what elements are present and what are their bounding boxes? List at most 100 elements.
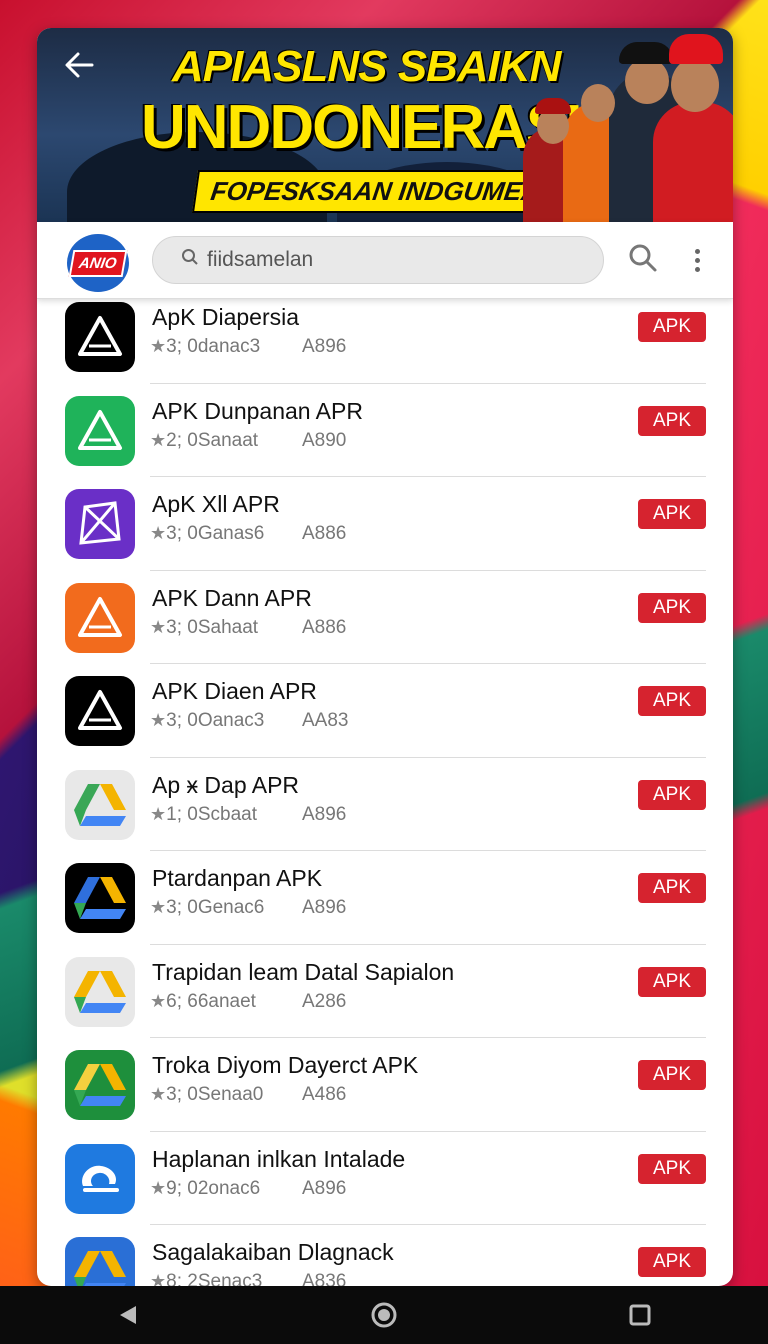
list-item[interactable]: ApK Diapersia ★3; 0danac3 A896 APK [37, 290, 733, 384]
banner-title-line1: APIASLNS SBAIKN [172, 42, 561, 91]
app-rating: 2; 0Sanaat [166, 429, 259, 451]
star-icon: ★ [150, 990, 167, 1011]
apk-download-button[interactable]: APK [638, 1247, 706, 1277]
blue-cloud-icon [65, 1143, 135, 1214]
app-size: A896 [302, 336, 347, 357]
apk-download-button[interactable]: APK [638, 405, 706, 436]
app-name: ApK Diapersia [152, 304, 300, 330]
promo-banner: APIASLNS SBAIKN UNDDONERASIA FOPESKSAAN … [37, 28, 733, 222]
app-name: Haplanan inlkan Intalade [152, 1145, 406, 1172]
nav-home-icon[interactable] [354, 1293, 414, 1337]
back-arrow-icon[interactable] [59, 48, 99, 88]
nav-back-icon[interactable] [98, 1293, 158, 1337]
app-rating: 9; 02onac6 [166, 1177, 261, 1199]
list-item[interactable]: APK Dann APR ★3; 0Sahaat A886 APK [37, 571, 733, 665]
orange-triangle-icon [65, 582, 135, 653]
apk-download-button[interactable]: APK [638, 873, 706, 903]
app-size: A896 [302, 897, 347, 918]
app-name: Ptardanpan APK [152, 865, 323, 891]
app-rating: 3; 0Sahaat [166, 616, 259, 638]
apk-download-button[interactable]: APK [638, 1060, 706, 1090]
app-rating: 6; 66anaet [166, 990, 256, 1012]
app-size: A896 [302, 803, 347, 825]
blue-drive-icon [65, 1237, 135, 1286]
app-name: APK Dunpanan APR [152, 397, 363, 424]
drive-triangle-icon [65, 863, 135, 933]
list-item[interactable]: Troka Diyom Dayerct APK ★3; 0Senaa0 A486… [37, 1038, 733, 1132]
app-meta: ★1; 0Scbaat A896 [150, 803, 346, 826]
app-list: ApK Diapersia ★3; 0danac3 A896 APK APK D… [37, 290, 733, 1286]
app-size: A886 [302, 523, 347, 544]
apk-download-button[interactable]: APK [638, 499, 706, 529]
app-meta: ★6; 66anaet A286 [150, 990, 346, 1013]
apk-download-button[interactable]: APK [638, 312, 706, 342]
drive-triangle-icon [65, 769, 135, 840]
system-nav-bar [0, 1286, 768, 1344]
app-size: A886 [302, 616, 347, 638]
apk-download-button[interactable]: APK [638, 1153, 706, 1184]
app-size: A890 [302, 429, 347, 451]
app-name: ApK Xll APR [152, 491, 280, 517]
app-rating: 3; 0Senaa0 [166, 1084, 264, 1105]
apk-download-button[interactable]: APK [638, 779, 706, 810]
apk-download-button[interactable]: APK [638, 592, 706, 623]
search-input[interactable] [205, 247, 589, 273]
list-item[interactable]: Trapidan leam Datal Sapialon ★6; 66anaet… [37, 945, 733, 1039]
app-name: APK Dann APR [152, 584, 312, 611]
app-size: AA83 [302, 710, 349, 731]
app-meta: ★3; 0Senaa0 A486 [150, 1084, 346, 1106]
star-icon: ★ [150, 616, 167, 637]
app-meta: ★9; 02onac6 A896 [150, 1177, 346, 1200]
apk-download-button[interactable]: APK [638, 966, 706, 997]
app-size: A836 [302, 1271, 347, 1286]
app-name: Ap ӿ Dap APR [152, 771, 300, 798]
search-button-icon[interactable] [627, 242, 663, 278]
app-rating: 3; 0Ganas6 [166, 523, 265, 544]
app-rating: 8; 2Senac3 [166, 1271, 263, 1286]
app-name: Trapidan leam Datal Sapialon [152, 958, 455, 985]
list-item[interactable]: Ptardanpan APK ★3; 0Genac6 A896 APK [37, 851, 733, 945]
app-window: APIASLNS SBAIKN UNDDONERASIA FOPESKSAAN … [37, 28, 733, 1286]
app-meta: ★8; 2Senac3 A836 [150, 1271, 346, 1286]
app-rating: 1; 0Scbaat [166, 803, 257, 825]
app-meta: ★3; 0Genac6 A896 [150, 897, 346, 919]
search-box[interactable] [152, 236, 604, 284]
star-icon: ★ [150, 1177, 167, 1198]
black-triangle-icon [65, 676, 135, 746]
nav-recents-icon[interactable] [610, 1293, 670, 1337]
star-icon: ★ [150, 429, 167, 450]
more-options-icon[interactable] [683, 242, 711, 278]
star-icon: ★ [150, 1271, 167, 1286]
star-icon: ★ [150, 1084, 167, 1104]
app-meta: ★2; 0Sanaat A890 [150, 429, 346, 452]
star-icon: ★ [150, 523, 167, 543]
app-meta: ★3; 0Sahaat A886 [150, 616, 346, 639]
search-icon [181, 248, 199, 272]
star-icon: ★ [150, 336, 167, 356]
app-size: A896 [302, 1177, 347, 1199]
list-item[interactable]: Sagalakaiban Dlagnack ★8; 2Senac3 A836 A… [37, 1225, 733, 1286]
app-logo[interactable]: ANIO [67, 234, 129, 292]
list-item[interactable]: Ap ӿ Dap APR ★1; 0Scbaat A896 APK [37, 758, 733, 852]
app-meta: ★3; 0Ganas6 A886 [150, 523, 346, 545]
list-item[interactable]: ApK Xll APR ★3; 0Ganas6 A886 APK [37, 477, 733, 571]
drive-triangle-icon [65, 956, 135, 1027]
app-name: Troka Diyom Dayerct APK [152, 1052, 419, 1078]
app-meta: ★3; 0danac3 A896 [150, 336, 346, 358]
star-icon: ★ [150, 897, 167, 917]
apk-download-button[interactable]: APK [638, 686, 706, 716]
list-item[interactable]: Haplanan inlkan Intalade ★9; 02onac6 A89… [37, 1132, 733, 1226]
app-logo-text: ANIO [68, 249, 128, 277]
app-rating: 3; 0danac3 [166, 336, 261, 357]
green-drive-icon [65, 1050, 135, 1120]
list-item[interactable]: APK Dunpanan APR ★2; 0Sanaat A890 APK [37, 384, 733, 478]
black-triangle-icon [65, 302, 135, 372]
app-name: APK Diaen APR [152, 678, 317, 704]
star-icon: ★ [150, 803, 167, 824]
app-meta: ★3; 0Oanac3 AA83 [150, 710, 348, 732]
app-name: Sagalakaiban Dlagnack [152, 1239, 394, 1265]
search-header: ANIO [37, 222, 733, 299]
app-rating: 3; 0Oanac3 [166, 710, 265, 731]
list-item[interactable]: APK Diaen APR ★3; 0Oanac3 AA83 APK [37, 664, 733, 758]
green-triangle-icon [65, 395, 135, 466]
